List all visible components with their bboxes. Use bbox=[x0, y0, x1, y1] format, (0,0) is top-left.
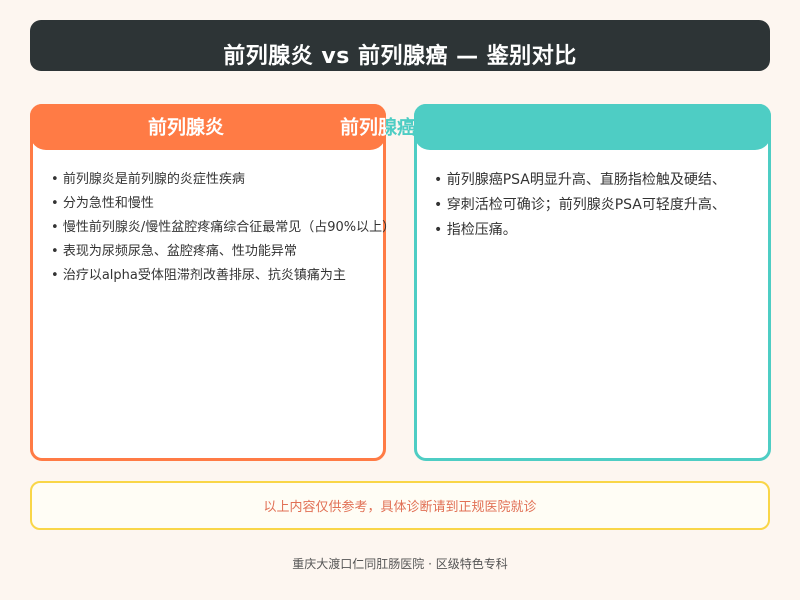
list-item: 前列腺炎是前列腺的炎症性疾病 bbox=[51, 168, 395, 192]
disclaimer-text: 以上内容仅供参考，具体诊断请到正规医院就诊 bbox=[263, 500, 537, 515]
list-item: 分为急性和慢性 bbox=[51, 192, 395, 216]
prostatitis-list: 前列腺炎是前列腺的炎症性疾病 分为急性和慢性 慢性前列腺炎/慢性盆腔疼痛综合征最… bbox=[51, 168, 395, 288]
title-bar: 前列腺炎 vs 前列腺癌 — 鉴别对比 bbox=[30, 20, 770, 71]
footer-text: 重庆大渡口仁同肛肠医院 · 区级特色专科 bbox=[292, 557, 508, 571]
prostate-cancer-heading-text: 前列腺癌 bbox=[340, 116, 417, 139]
list-item: 表现为尿频尿急、盆腔疼痛、性功能异常 bbox=[51, 240, 395, 264]
prostate-cancer-heading: 前列腺癌 bbox=[340, 116, 417, 139]
page-title: 前列腺炎 vs 前列腺癌 — 鉴别对比 bbox=[223, 43, 577, 69]
disclaimer-box: 以上内容仅供参考，具体诊断请到正规医院就诊 bbox=[30, 481, 770, 530]
list-item: 慢性前列腺炎/慢性盆腔疼痛综合征最常见（占90%以上） bbox=[51, 216, 395, 240]
list-item: 穿刺活检可确诊；前列腺炎PSA可轻度升高、 bbox=[434, 193, 726, 218]
prostate-cancer-card-header bbox=[414, 104, 771, 150]
prostatitis-card: 前列腺炎是前列腺的炎症性疾病 分为急性和慢性 慢性前列腺炎/慢性盆腔疼痛综合征最… bbox=[30, 104, 395, 461]
prostate-cancer-card: 前列腺癌PSA明显升高、直肠指检触及硬结、 穿刺活检可确诊；前列腺炎PSA可轻度… bbox=[414, 104, 771, 461]
list-item: 指检压痛。 bbox=[434, 218, 726, 243]
prostate-cancer-list: 前列腺癌PSA明显升高、直肠指检触及硬结、 穿刺活检可确诊；前列腺炎PSA可轻度… bbox=[434, 168, 726, 243]
list-item: 前列腺癌PSA明显升高、直肠指检触及硬结、 bbox=[434, 168, 726, 193]
prostatitis-heading: 前列腺炎 bbox=[148, 116, 225, 139]
list-item: 治疗以alpha受体阻滞剂改善排尿、抗炎镇痛为主 bbox=[51, 264, 395, 288]
